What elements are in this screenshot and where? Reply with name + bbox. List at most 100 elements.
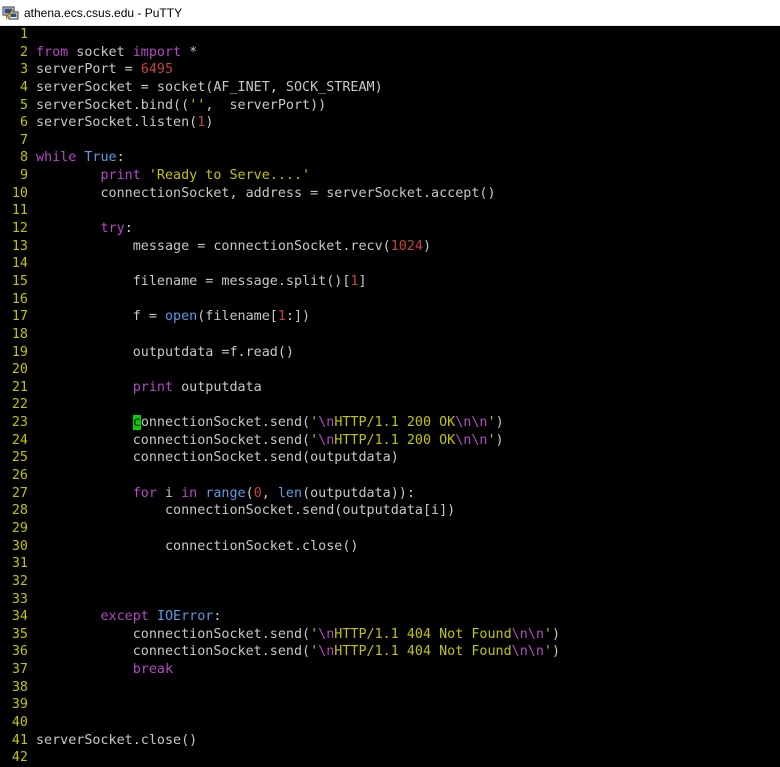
code-line[interactable]: 16	[0, 291, 560, 309]
line-number: 7	[19, 132, 28, 148]
code-token: '	[543, 626, 552, 642]
code-line[interactable]: 41 serverSocket.close()	[0, 732, 560, 750]
code-line[interactable]: 28 connectionSocket.send(outputdata[i])	[0, 502, 560, 520]
code-token: :	[116, 150, 125, 166]
code-text: connectionSocket.send(outputdata)	[36, 449, 399, 467]
code-token: connectionSocket, address = serverSocket…	[36, 185, 496, 201]
code-line[interactable]: 37 break	[0, 661, 560, 679]
code-token: ]	[358, 273, 367, 289]
code-line[interactable]: 1	[0, 26, 560, 44]
code-line[interactable]: 2 from socket import *	[0, 44, 560, 62]
code-line[interactable]: 10 connectionSocket, address = serverSoc…	[0, 185, 560, 203]
code-line[interactable]: 11	[0, 202, 560, 220]
code-line[interactable]: 22	[0, 396, 560, 414]
code-token: \n	[318, 626, 335, 642]
code-token: '	[487, 415, 496, 431]
code-line[interactable]: 24 connectionSocket.send('\nHTTP/1.1 200…	[0, 432, 560, 450]
code-line[interactable]: 23 connectionSocket.send('\nHTTP/1.1 200…	[0, 414, 560, 432]
code-line[interactable]: 40	[0, 714, 560, 732]
code-line[interactable]: 19 outputdata =f.read()	[0, 344, 560, 362]
code-token: True	[84, 150, 117, 166]
code-token: \n\n	[511, 644, 544, 660]
code-token: outputdata	[173, 379, 262, 395]
line-number: 18	[11, 326, 28, 342]
code-line[interactable]: 12 try:	[0, 220, 560, 238]
code-line[interactable]: 36 connectionSocket.send('\nHTTP/1.1 404…	[0, 643, 560, 661]
code-line[interactable]: 42	[0, 749, 560, 767]
code-line[interactable]: 33	[0, 591, 560, 609]
code-line[interactable]: 17 f = open(filename[1:])	[0, 308, 560, 326]
line-number: 8	[19, 150, 28, 166]
code-line[interactable]: 15 filename = message.split()[1]	[0, 273, 560, 291]
code-line[interactable]: 4 serverSocket = socket(AF_INET, SOCK_STR…	[0, 79, 560, 97]
code-line[interactable]: 32	[0, 573, 560, 591]
code-token: for	[132, 485, 157, 501]
code-token: connectionSocket.send(	[36, 432, 311, 448]
code-token: )	[551, 626, 561, 642]
line-number: 33	[11, 591, 28, 607]
code-token: \n\n	[455, 432, 488, 448]
line-number: 36	[11, 644, 28, 660]
code-line[interactable]: 3 serverPort = 6495	[0, 61, 560, 79]
code-token: HTTP/1.1 404 Not Found	[334, 626, 512, 642]
code-line[interactable]: 27 for i in range(0, len(outputdata)):	[0, 485, 560, 503]
code-token: serverSocket.bind((	[36, 97, 190, 113]
code-line[interactable]: 18	[0, 326, 560, 344]
code-token: range	[205, 485, 246, 501]
code-line[interactable]: 31	[0, 555, 560, 573]
code-line[interactable]: 26	[0, 467, 560, 485]
code-token: 'Ready to Serve....'	[148, 168, 311, 184]
code-token: ''	[189, 97, 206, 113]
code-line[interactable]: 14	[0, 255, 560, 273]
line-number: 24	[11, 432, 28, 448]
code-line[interactable]: 20	[0, 361, 560, 379]
window-title: athena.ecs.csus.edu - PuTTY	[24, 5, 183, 20]
code-line[interactable]: 34 except IOError:	[0, 608, 560, 626]
line-number: 3	[19, 62, 28, 78]
title-bar[interactable]: athena.ecs.csus.edu - PuTTY	[0, 0, 780, 26]
code-token: serverSocket.listen(	[36, 115, 198, 131]
code-token: ,	[261, 485, 278, 501]
line-number: 23	[11, 415, 28, 431]
code-token: HTTP/1.1 200 OK	[334, 432, 456, 448]
code-line[interactable]: 35 connectionSocket.send('\nHTTP/1.1 404…	[0, 626, 560, 644]
code-text: outputdata =f.read()	[36, 344, 294, 362]
code-token: 1024	[390, 238, 423, 254]
line-number: 37	[11, 662, 28, 678]
code-line[interactable]: 29	[0, 520, 560, 538]
code-line[interactable]: 9 print 'Ready to Serve....'	[0, 167, 560, 185]
code-token: )	[205, 115, 214, 131]
code-token: outputdata =f.read()	[36, 344, 294, 360]
code-token: IOError	[156, 609, 214, 625]
code-text: print 'Ready to Serve....'	[36, 167, 311, 185]
code-line[interactable]: 39	[0, 696, 560, 714]
code-line[interactable]: 38	[0, 679, 560, 697]
code-line[interactable]: 25 connectionSocket.send(outputdata)	[0, 449, 560, 467]
code-line[interactable]: 21 print outputdata	[0, 379, 560, 397]
code-token: onnectionSocket.send(	[140, 415, 311, 431]
code-token: :	[124, 221, 133, 237]
code-line[interactable]: 13 message = connectionSocket.recv(1024)	[0, 238, 560, 256]
code-text: message = connectionSocket.recv(1024)	[36, 238, 431, 256]
code-line[interactable]: 30 connectionSocket.close()	[0, 538, 560, 556]
line-number: 9	[19, 168, 28, 184]
code-line[interactable]: 7	[0, 132, 560, 150]
code-lines: 1 2 from socket import * 3 serverPort = 6495…	[0, 26, 560, 767]
line-number: 17	[11, 309, 28, 325]
code-text: connectionSocket.send('\nHTTP/1.1 404 No…	[36, 626, 560, 644]
line-number: 2	[19, 44, 28, 60]
line-number: 35	[11, 626, 28, 642]
terminal-area[interactable]: 1 2 from socket import * 3 serverPort = 6495…	[0, 26, 780, 767]
code-text: connectionSocket.send('\nHTTP/1.1 200 OK…	[36, 432, 504, 450]
code-line[interactable]: 5 serverSocket.bind(('', serverPort))	[0, 97, 560, 115]
code-token: while	[36, 150, 77, 166]
code-line[interactable]: 6 serverSocket.listen(1)	[0, 114, 560, 132]
code-token: 1	[277, 309, 286, 325]
code-line[interactable]: 8 while True:	[0, 149, 560, 167]
putty-icon[interactable]	[2, 4, 20, 22]
